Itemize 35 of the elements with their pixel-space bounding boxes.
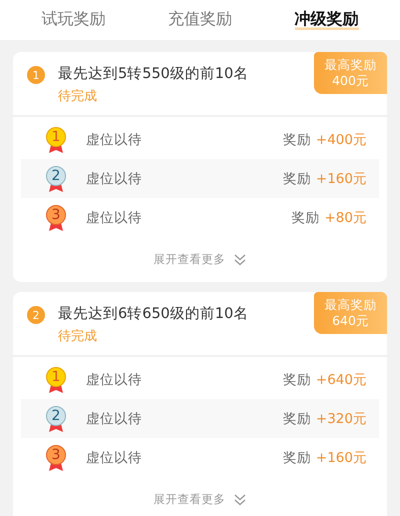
reward-amount: +640元 xyxy=(316,370,367,388)
player-name: 虚位以待 xyxy=(86,448,143,466)
reward-amount: +80元 xyxy=(324,208,367,226)
player-name: 虚位以待 xyxy=(86,410,143,428)
reward-label: 奖励 xyxy=(282,410,311,428)
reward-label: 奖励 xyxy=(282,170,311,188)
reward-label: 奖励 xyxy=(282,370,311,388)
reward-label: 奖励 xyxy=(292,208,320,226)
reward-label: 奖励 xyxy=(282,448,311,466)
reward-amount: +160元 xyxy=(316,448,367,466)
task-number: 1 xyxy=(27,66,45,84)
reward-amount: +320元 xyxy=(316,410,367,428)
max-reward-label: 最高奖励 xyxy=(324,56,376,73)
player-name: 虚位以待 xyxy=(86,208,143,226)
player-name: 虚位以待 xyxy=(86,170,143,188)
task-status: 待完成 xyxy=(58,328,98,345)
reward-amount: +400元 xyxy=(316,130,367,148)
expand-more-link[interactable]: 展开查看更多 xyxy=(13,237,387,282)
max-reward-amount: 400元 xyxy=(332,73,369,90)
expand-more-link[interactable]: 展开查看更多 xyxy=(13,477,387,516)
reward-amount: +160元 xyxy=(316,170,367,188)
task-number: 2 xyxy=(27,306,45,324)
max-reward-label: 最高奖励 xyxy=(324,296,376,313)
double-chevron-icon xyxy=(232,494,246,506)
tab[interactable]: 试玩奖励 xyxy=(41,8,106,32)
max-reward-amount: 640元 xyxy=(332,313,369,330)
player-name: 虚位以待 xyxy=(86,370,143,388)
task-status: 待完成 xyxy=(58,88,98,105)
tab[interactable]: 充值奖励 xyxy=(168,8,232,32)
player-name: 虚位以待 xyxy=(86,130,143,148)
reward-label: 奖励 xyxy=(282,130,311,148)
tab[interactable]: 冲级奖励 xyxy=(294,8,359,32)
task-title: 最先达到6转650级的前10名 xyxy=(58,305,248,323)
double-chevron-icon xyxy=(232,254,246,266)
task-title: 最先达到5转550级的前10名 xyxy=(58,65,248,83)
